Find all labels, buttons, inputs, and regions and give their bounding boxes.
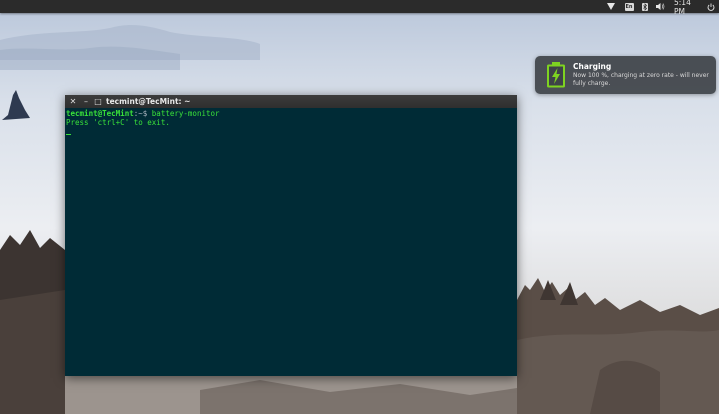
notification-title: Charging [573, 62, 612, 71]
volume-icon[interactable] [655, 0, 665, 13]
cursor-line [66, 127, 516, 136]
keyboard-layout-indicator[interactable]: En [624, 0, 634, 13]
top-panel: En 5:14 PM [0, 0, 719, 16]
command-text: battery-monitor [151, 109, 220, 118]
close-button[interactable]: ✕ [68, 95, 78, 108]
bluetooth-icon[interactable] [641, 0, 649, 13]
window-title: tecmint@TecMint: ~ [106, 97, 191, 106]
power-icon[interactable] [706, 0, 716, 13]
battery-charging-icon [547, 62, 565, 88]
output-line: Press 'ctrl+C' to exit. [66, 118, 170, 127]
notification-body: Now 100 %, charging at zero rate - will … [573, 72, 709, 87]
maximize-button[interactable]: □ [93, 95, 103, 108]
terminal-window[interactable]: ✕ – □ tecmint@TecMint: ~ tecmint@TecMint… [65, 95, 517, 376]
clock[interactable]: 5:14 PM [674, 0, 704, 16]
wifi-icon[interactable] [606, 0, 616, 13]
minimize-button[interactable]: – [81, 95, 91, 108]
keyboard-layout-icon: En [624, 2, 634, 11]
notification-bubble: Charging Now 100 %, charging at zero rat… [535, 56, 716, 94]
command-line: tecmint@TecMint:~$ battery-monitor [66, 109, 516, 118]
prompt-path: :~$ [133, 109, 152, 118]
terminal-screen[interactable]: tecmint@TecMint:~$ battery-monitor Press… [66, 109, 516, 136]
text-cursor [66, 134, 71, 135]
prompt-user: tecmint@TecMint [66, 109, 134, 118]
terminal-titlebar[interactable]: ✕ – □ tecmint@TecMint: ~ [65, 95, 517, 108]
